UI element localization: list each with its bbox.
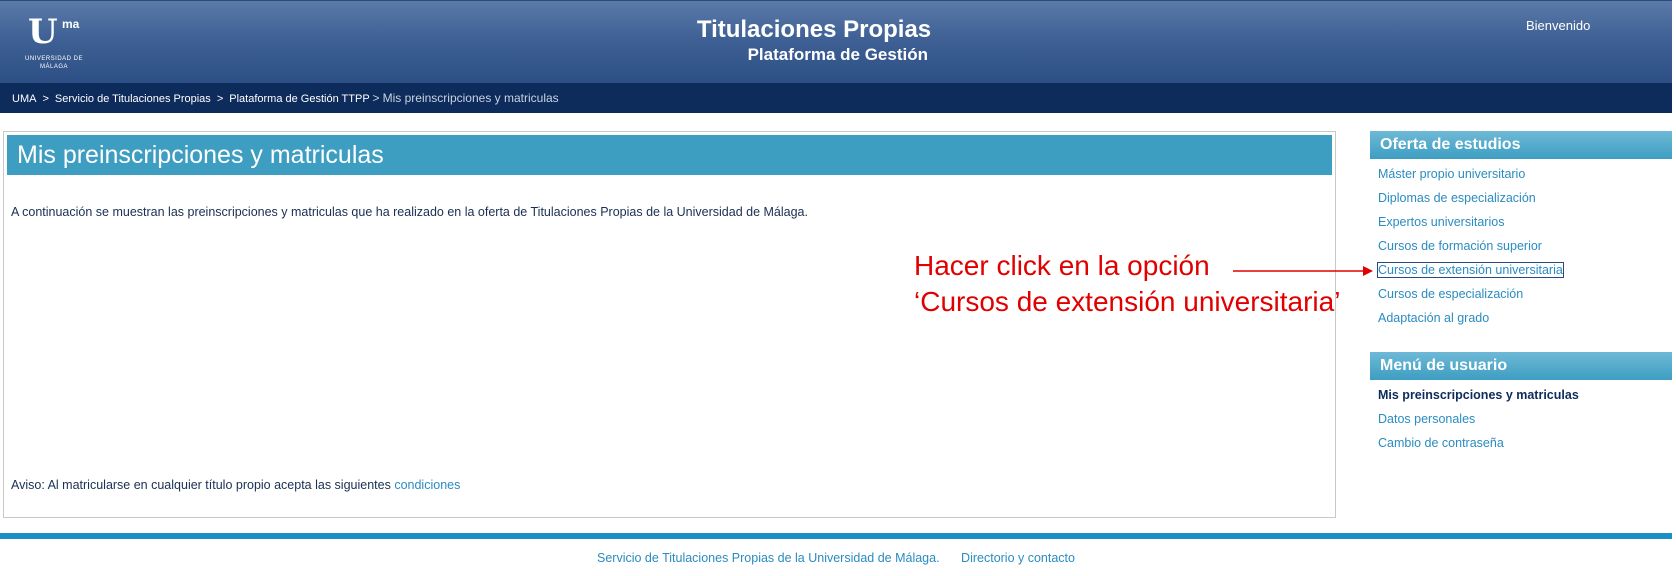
- breadcrumb-current-prefix: >: [372, 91, 380, 105]
- annotation-line-2: ‘Cursos de extensión universitaria’: [914, 286, 1341, 317]
- header: U ma UNIVERSIDAD DE MÁLAGA Titulaciones …: [0, 0, 1672, 83]
- page: U ma UNIVERSIDAD DE MÁLAGA Titulaciones …: [0, 0, 1676, 576]
- logo-mark: U: [28, 12, 58, 52]
- page-title: Mis preinscripciones y matriculas: [7, 135, 1332, 175]
- breadcrumb-current: Mis preinscripciones y matriculas: [382, 91, 559, 105]
- breadcrumb-servicio[interactable]: Servicio de Titulaciones Propias: [55, 93, 211, 105]
- footer-divider: [0, 533, 1672, 539]
- welcome-text: Bienvenido: [1526, 18, 1591, 33]
- instruction-annotation: Hacer click en la opción ‘Cursos de exte…: [914, 248, 1340, 320]
- sidebar-item-extension-universitaria[interactable]: Cursos de extensión universitaria: [1377, 262, 1564, 286]
- aviso-notice: Aviso: Al matricularse en cualquier títu…: [11, 478, 460, 492]
- oferta-estudios-list: Máster propio universitario Diplomas de …: [1377, 166, 1564, 334]
- condiciones-link[interactable]: condiciones: [394, 478, 460, 492]
- sidebar-item-master[interactable]: Máster propio universitario: [1378, 166, 1563, 190]
- site-subtitle: Plataforma de Gestión: [747, 45, 928, 64]
- main-content: Mis preinscripciones y matriculas A cont…: [3, 131, 1336, 518]
- menu-usuario-heading: Menú de usuario: [1370, 352, 1672, 380]
- uma-logo[interactable]: U ma UNIVERSIDAD DE MÁLAGA: [24, 15, 84, 73]
- sidebar-item-diplomas[interactable]: Diplomas de especialización: [1378, 190, 1563, 214]
- breadcrumb-separator: >: [216, 93, 224, 105]
- logo-sup: ma: [62, 17, 80, 31]
- sidebar-item-adaptacion-grado[interactable]: Adaptación al grado: [1378, 310, 1563, 334]
- sidebar-item-expertos[interactable]: Expertos universitarios: [1378, 214, 1563, 238]
- sidebar-item-especializacion[interactable]: Cursos de especialización: [1378, 286, 1563, 310]
- breadcrumb-uma[interactable]: UMA: [12, 93, 36, 105]
- sidebar-item-mis-preinscripciones[interactable]: Mis preinscripciones y matriculas: [1378, 387, 1579, 411]
- breadcrumb: UMA > Servicio de Titulaciones Propias > Pla…: [0, 83, 1672, 113]
- site-title: Titulaciones Propias: [696, 16, 932, 43]
- menu-usuario-list: Mis preinscripciones y matriculas Datos …: [1378, 387, 1579, 459]
- sidebar-item-formacion-superior[interactable]: Cursos de formación superior: [1378, 238, 1563, 262]
- logo-text: UNIVERSIDAD DE MÁLAGA: [24, 56, 83, 70]
- sidebar-item-datos-personales[interactable]: Datos personales: [1378, 411, 1579, 435]
- annotation-arrow-icon: [1233, 266, 1373, 276]
- footer-servicio-link[interactable]: Servicio de Titulaciones Propias de la U…: [597, 551, 940, 565]
- sidebar-item-cambio-contrasena[interactable]: Cambio de contraseña: [1378, 435, 1579, 459]
- breadcrumb-separator: >: [42, 93, 49, 105]
- aviso-text: Aviso: Al matricularse en cualquier títu…: [11, 478, 391, 492]
- footer: Servicio de Titulaciones Propias de la U…: [0, 551, 1672, 565]
- oferta-estudios-heading: Oferta de estudios: [1370, 131, 1672, 159]
- breadcrumb-plataforma[interactable]: Plataforma de Gestión TTPP: [229, 93, 369, 105]
- intro-text: A continuación se muestran las preinscri…: [11, 205, 808, 219]
- footer-directorio-link[interactable]: Directorio y contacto: [961, 551, 1075, 565]
